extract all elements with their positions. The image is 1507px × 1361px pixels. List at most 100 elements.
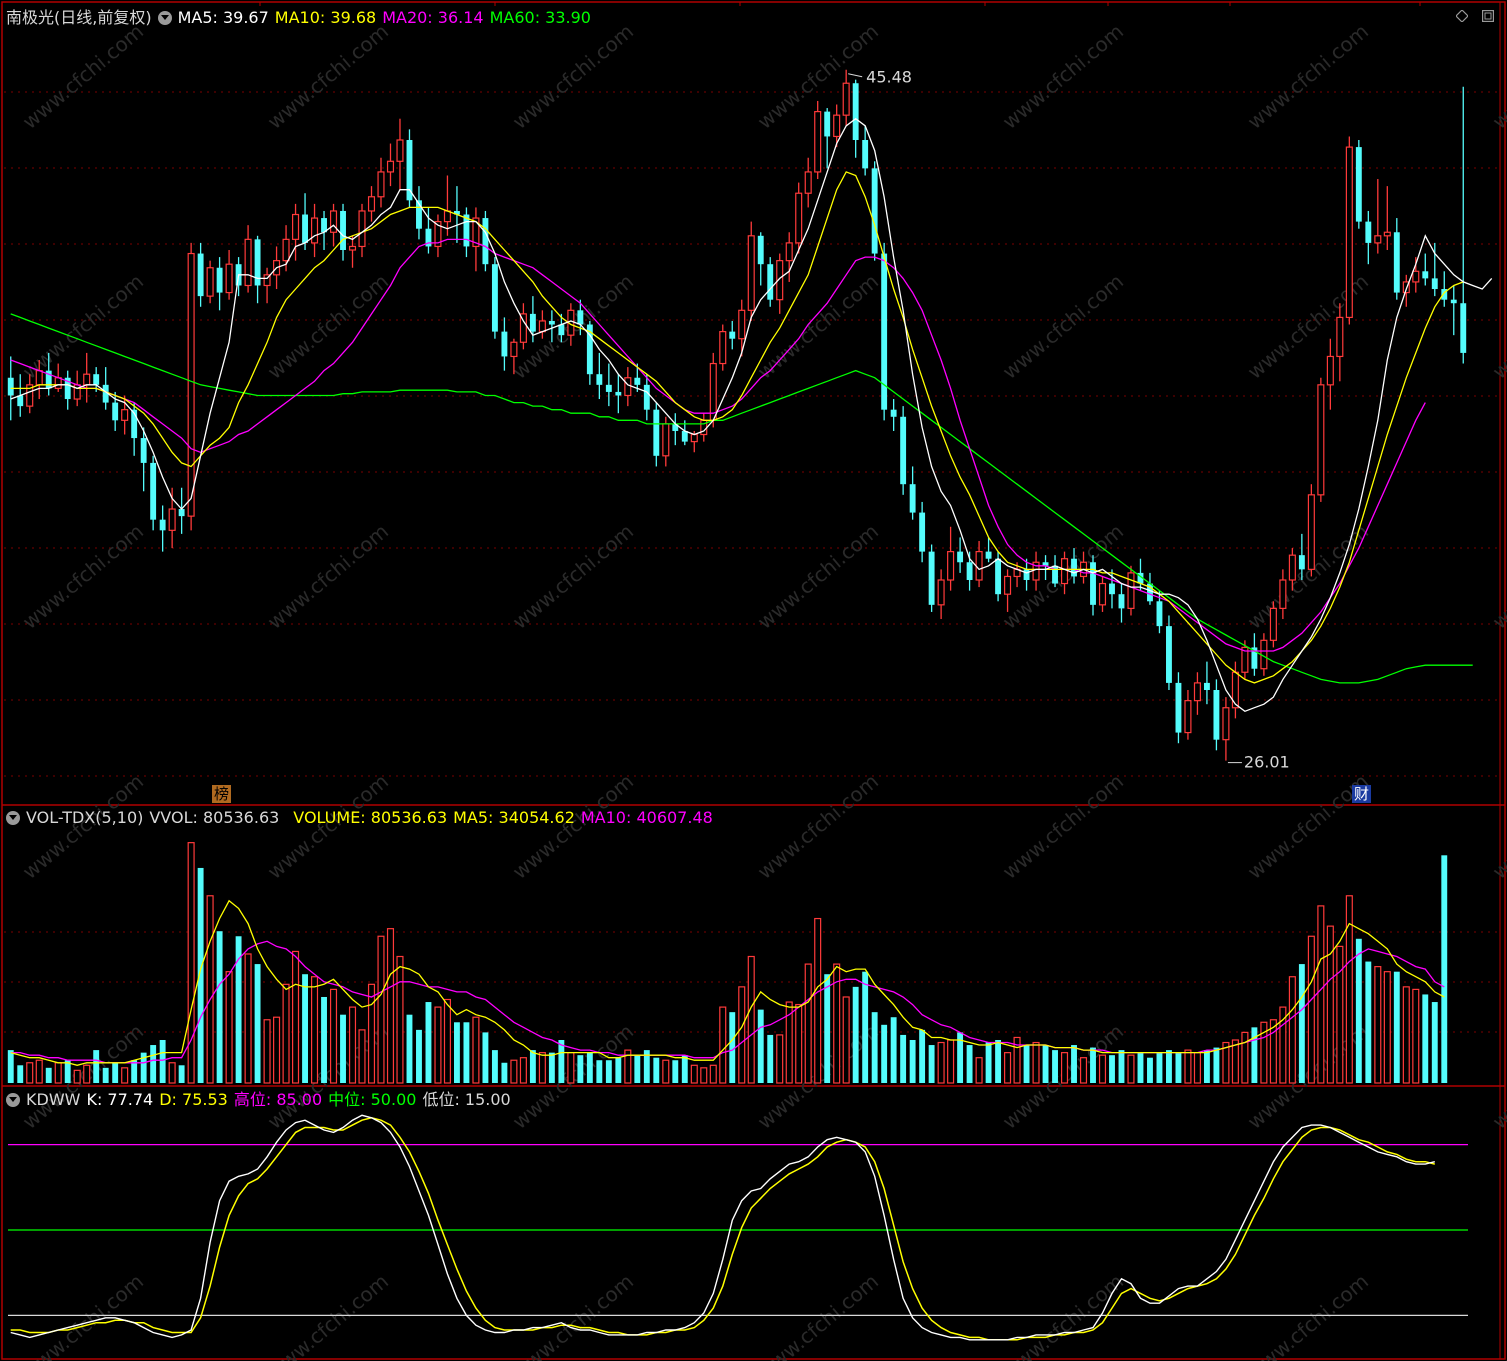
volume-bar-down [1298, 964, 1305, 1083]
price-dropdown-icon[interactable] [157, 11, 172, 25]
volume-bar-down [425, 1002, 432, 1083]
volume-bar-up [519, 1057, 527, 1084]
low-price-label: 26.01 [1244, 753, 1290, 772]
candle-body-up [54, 377, 62, 389]
ma10-line [10, 171, 1464, 684]
ma20-readout: MA20: 36.14 [382, 8, 484, 27]
candle-body-down [7, 377, 14, 396]
candle-body-down [406, 140, 413, 201]
candle-body-up [168, 508, 176, 531]
watermark-text: www.cfchi.com [263, 269, 393, 384]
volume-bar-down [1431, 1002, 1438, 1083]
volume-bar-down [491, 1050, 498, 1083]
volume-bar-down [1213, 1047, 1220, 1083]
ma5-readout: MA5: 39.67 [177, 8, 269, 27]
volume-bar-down [1147, 1057, 1153, 1083]
candle-body-up [206, 267, 214, 297]
candle-body-down [615, 391, 622, 396]
volume-bar-down [406, 1014, 413, 1083]
volume-bar-up [26, 1062, 34, 1084]
watermark-text: www.cfchi.com [1488, 19, 1507, 134]
vvol-readout: VVOL: 80536.63 [149, 808, 280, 827]
candle-body-down [482, 218, 489, 265]
volume-bar-down [7, 1050, 14, 1083]
volume-bar-up [1193, 1052, 1201, 1084]
high-level-readout: 高位: 85.00 [233, 1090, 323, 1109]
volume-bar-up [814, 917, 822, 1084]
cai-tag[interactable]: 财 [1352, 785, 1372, 803]
candle-body-up [1098, 582, 1107, 606]
volume-bar-up [738, 986, 746, 1084]
volume-bar-up [472, 1016, 480, 1084]
low-level-readout: 低位: 15.00 [422, 1090, 511, 1109]
candle-body-up [1345, 146, 1353, 319]
ma60-readout: MA60: 33.90 [489, 8, 591, 27]
candle-body-up [804, 171, 812, 194]
diamond-icon[interactable] [1456, 10, 1468, 22]
volume-bar-down [1023, 1045, 1030, 1083]
volume-bar-up [386, 928, 395, 1084]
candle-body-down [1023, 569, 1030, 580]
volume-bar-up [975, 1057, 983, 1084]
candle-body-down [501, 331, 508, 357]
volume-bar-up [709, 1064, 717, 1084]
candle-body-down [919, 512, 926, 552]
candle-body-up [738, 309, 746, 340]
volume-bar-down [102, 1067, 109, 1083]
volume-bar-down [1137, 1052, 1144, 1083]
volume-bar-down [1118, 1050, 1125, 1083]
volume-bar-up [937, 1041, 945, 1084]
watermark-text: www.cfchi.com [753, 769, 883, 884]
candle-body-up [1184, 700, 1192, 734]
candle-body-down [1355, 147, 1362, 222]
candle-body-up [1307, 494, 1315, 570]
candle-body-down [558, 324, 565, 336]
volume-bar-up [1269, 1019, 1277, 1084]
volume-bar-up [567, 1052, 575, 1084]
candle-body-down [900, 416, 907, 485]
candle-body-down [548, 320, 555, 325]
candle-body-up [1326, 355, 1334, 386]
volume-bar-up [292, 950, 300, 1084]
candle-body-up [329, 210, 338, 233]
maximize-icon[interactable] [1482, 10, 1494, 22]
candle-body-down [928, 551, 935, 605]
volume-bar-up [348, 1006, 357, 1084]
volume-bar-up [842, 996, 850, 1084]
volume-bar-up [168, 1062, 176, 1084]
volume-bar-down [93, 1050, 100, 1083]
high-pointer [848, 73, 863, 78]
candle-body-down [605, 384, 612, 392]
volume-bar-down [995, 1039, 1002, 1083]
candle-body-down [890, 409, 897, 417]
candle-body-up [719, 331, 727, 365]
watermark-text: www.cfchi.com [998, 19, 1128, 134]
candle-body-up [814, 111, 822, 173]
vol-indicator-name: VOL-TDX(5,10) [26, 808, 144, 827]
candle-body-up [842, 82, 850, 116]
volume-bar-up [434, 1006, 442, 1084]
candle-body-up [282, 238, 290, 262]
watermark-text: www.cfchi.com [18, 269, 148, 384]
candle-body-down [1118, 594, 1125, 609]
candle-body-up [225, 263, 233, 294]
volume-bar-up [1032, 1041, 1040, 1084]
watermark-text: www.cfchi.com [1243, 19, 1373, 134]
volume-bar-down [1422, 994, 1429, 1083]
volume-bar-down [159, 1039, 166, 1083]
volume-dropdown-icon[interactable] [6, 811, 20, 825]
candle-body-down [824, 111, 831, 137]
volume-bar-up [377, 935, 385, 1084]
stock-chart-svg[interactable]: www.cfchi.com www.cfchi.com www.cfchi.com w… [0, 0, 1507, 1361]
chart-stage: www.cfchi.com www.cfchi.com www.cfchi.com w… [0, 0, 1507, 1361]
candle-body-down [178, 509, 185, 517]
bang-tag[interactable]: 榜 [212, 785, 232, 803]
volume-bar-down [453, 1022, 460, 1083]
kdww-dropdown-icon[interactable] [6, 1093, 20, 1107]
volume-bar-down [178, 1065, 185, 1083]
watermark-text: www.cfchi.com [1488, 519, 1507, 634]
kdww-k-line [10, 1114, 1435, 1341]
volume-bar-up [662, 1059, 670, 1084]
candle-body-down [1431, 278, 1438, 290]
volume-bar-down [871, 1012, 878, 1083]
